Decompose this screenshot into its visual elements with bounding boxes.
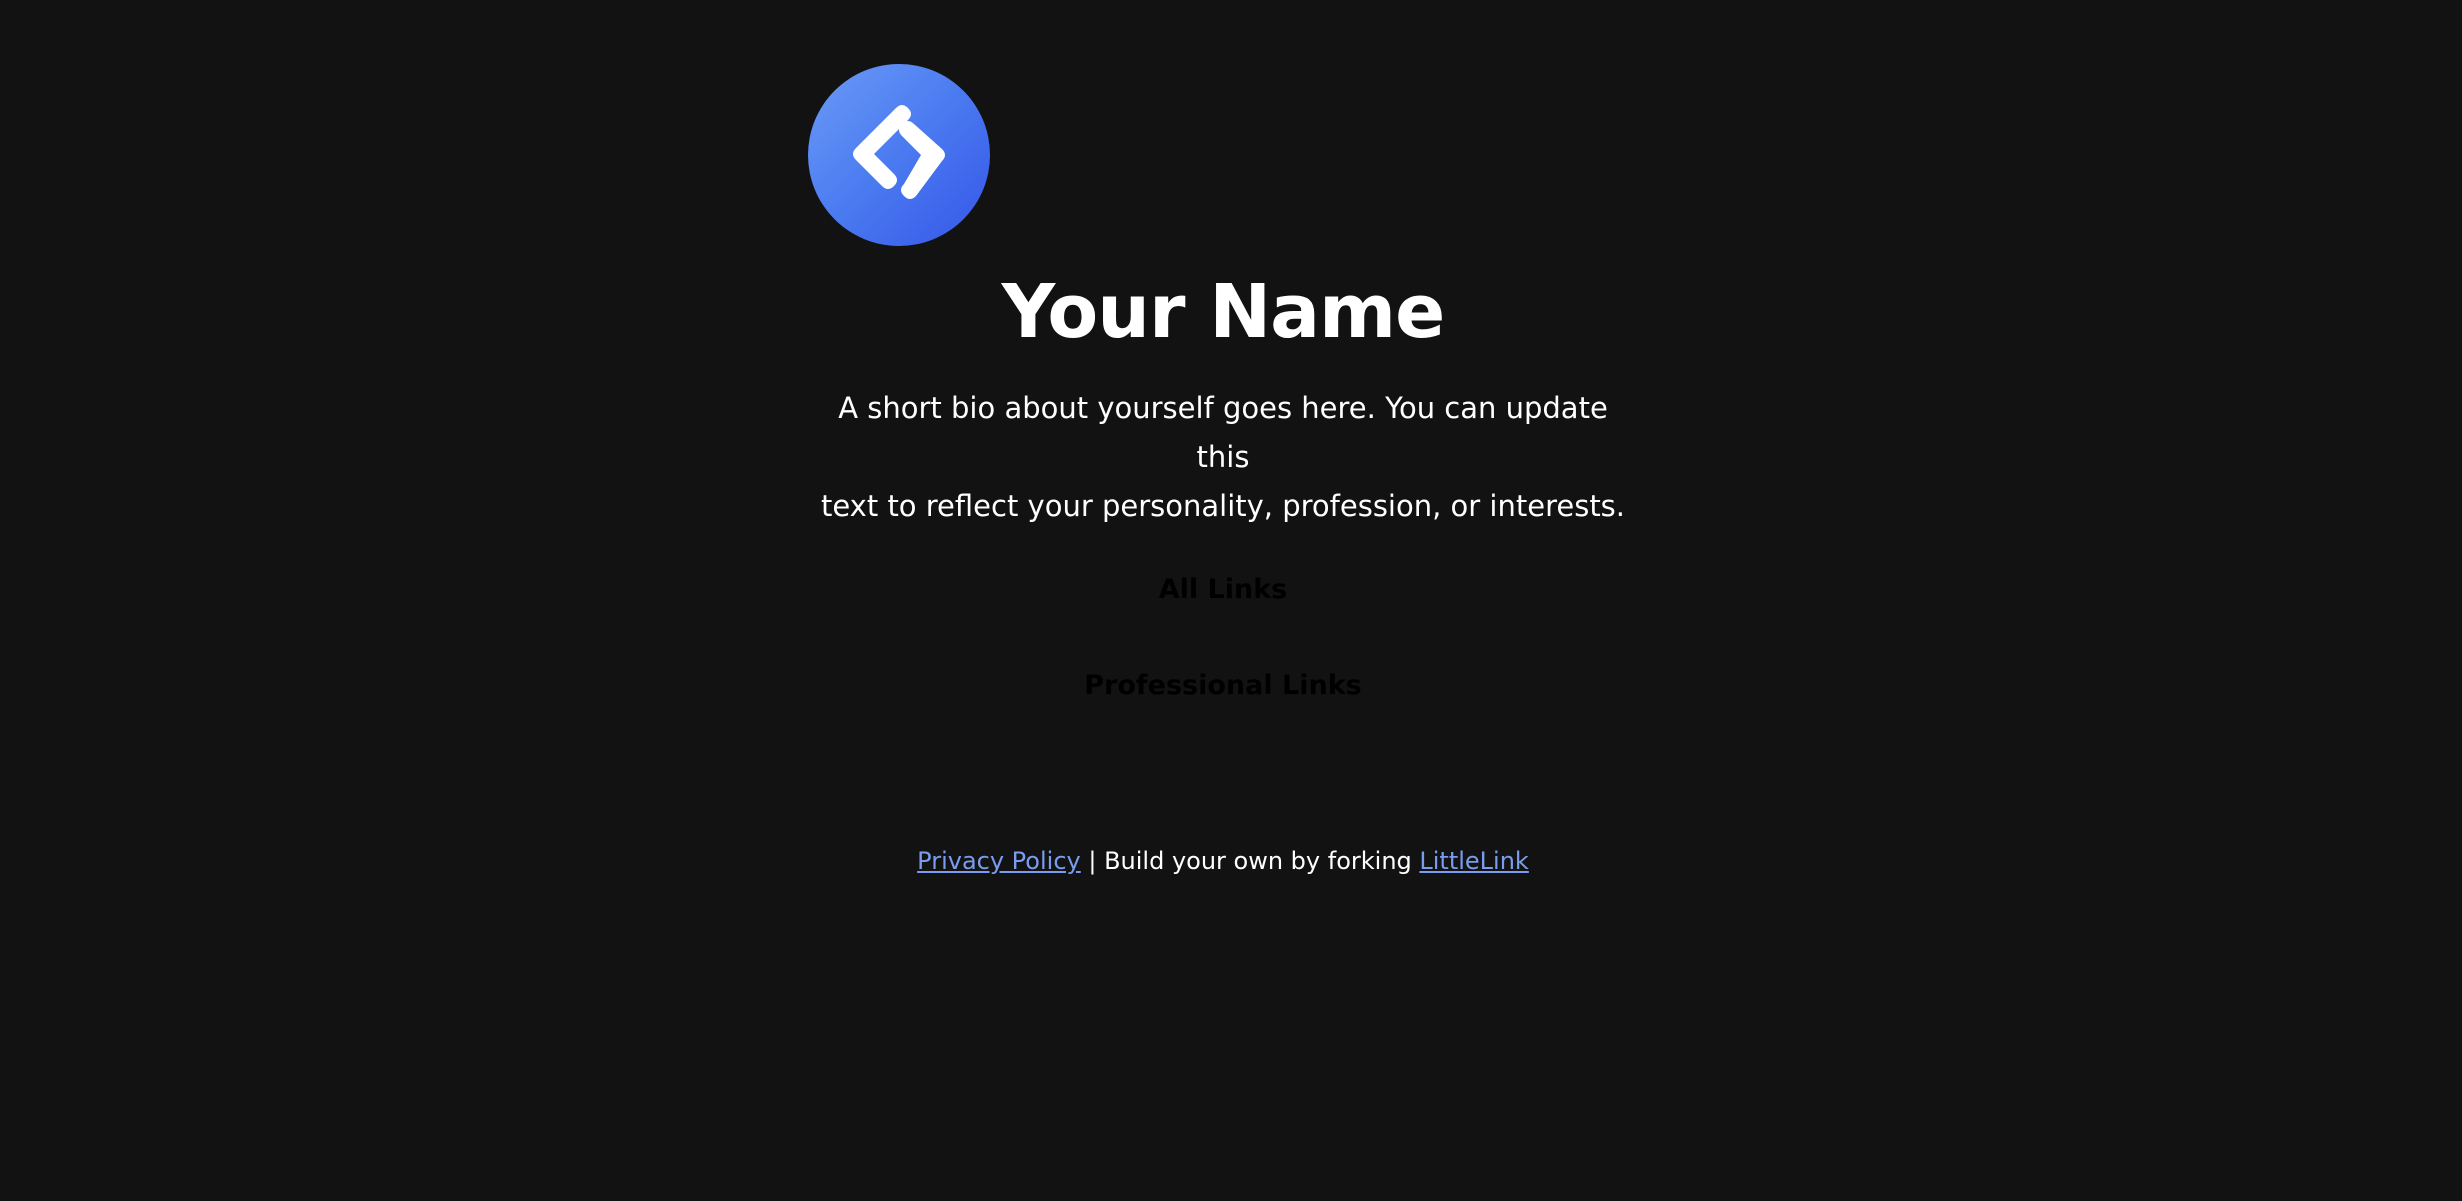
littlelink-link[interactable]: LittleLink (1419, 847, 1528, 875)
profile-name: Your Name (1001, 269, 1446, 355)
bio-line-2: text to reflect your personality, profes… (820, 489, 1626, 523)
profile-bio: A short bio about yourself goes here. Yo… (808, 384, 1638, 531)
footer-text: | Build your own by forking (1080, 847, 1420, 875)
footer: Privacy Policy | Build your own by forki… (808, 843, 1638, 879)
all-links-link[interactable]: All Links (808, 570, 1638, 610)
code-brackets-icon (853, 105, 945, 199)
bio-line-1: A short bio about yourself goes here. Yo… (838, 391, 1608, 474)
privacy-policy-link[interactable]: Privacy Policy (917, 847, 1081, 875)
professional-links-link[interactable]: Professional Links (808, 666, 1638, 706)
profile-container: Your Name A short bio about yourself goe… (808, 0, 1638, 1201)
avatar (808, 64, 990, 246)
